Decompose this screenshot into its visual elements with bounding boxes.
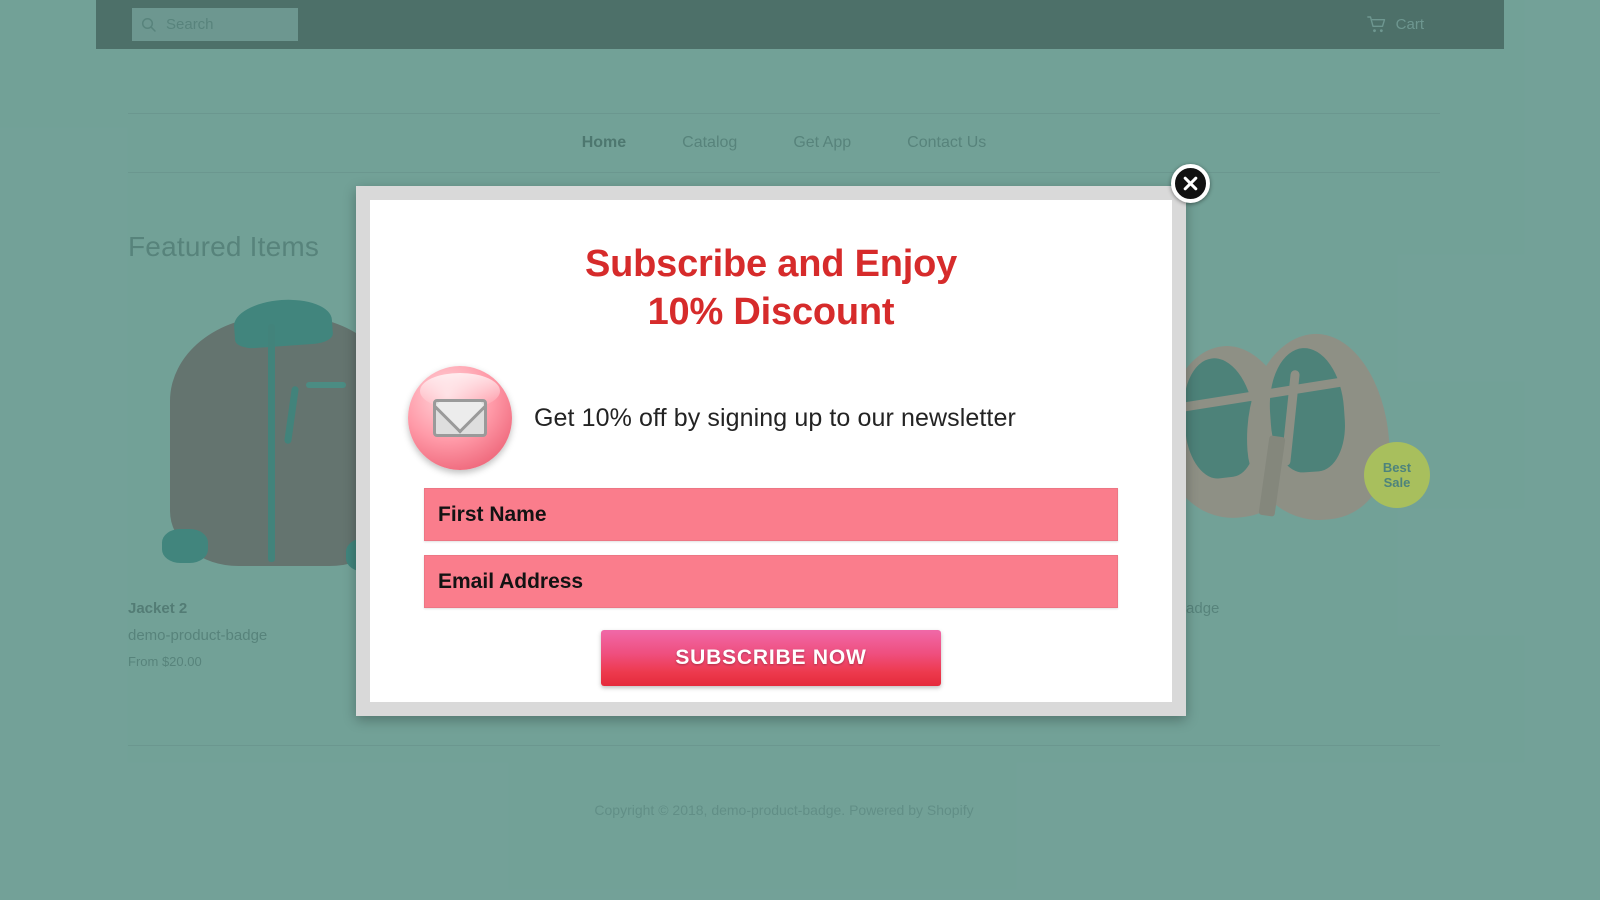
close-icon bbox=[1183, 176, 1198, 191]
newsletter-modal-content: Subscribe and Enjoy 10% Discount Get 10%… bbox=[370, 200, 1172, 702]
envelope-icon bbox=[408, 366, 512, 470]
email-input[interactable] bbox=[424, 555, 1118, 608]
close-button[interactable] bbox=[1171, 164, 1210, 203]
modal-heading: Subscribe and Enjoy 10% Discount bbox=[370, 200, 1172, 336]
newsletter-modal: Subscribe and Enjoy 10% Discount Get 10%… bbox=[356, 186, 1186, 716]
newsletter-form: SUBSCRIBE NOW bbox=[370, 470, 1172, 686]
subscribe-button-wrap: SUBSCRIBE NOW bbox=[424, 622, 1118, 686]
first-name-input[interactable] bbox=[424, 488, 1118, 541]
modal-pitch-text: Get 10% off by signing up to our newslet… bbox=[534, 403, 1016, 432]
modal-heading-line-1: Subscribe and Enjoy bbox=[584, 243, 958, 285]
subscribe-button[interactable]: SUBSCRIBE NOW bbox=[601, 630, 941, 686]
modal-pitch-row: Get 10% off by signing up to our newslet… bbox=[370, 336, 1172, 470]
envelope-glyph bbox=[433, 399, 487, 437]
modal-heading-line-2: 10% Discount bbox=[647, 291, 895, 333]
